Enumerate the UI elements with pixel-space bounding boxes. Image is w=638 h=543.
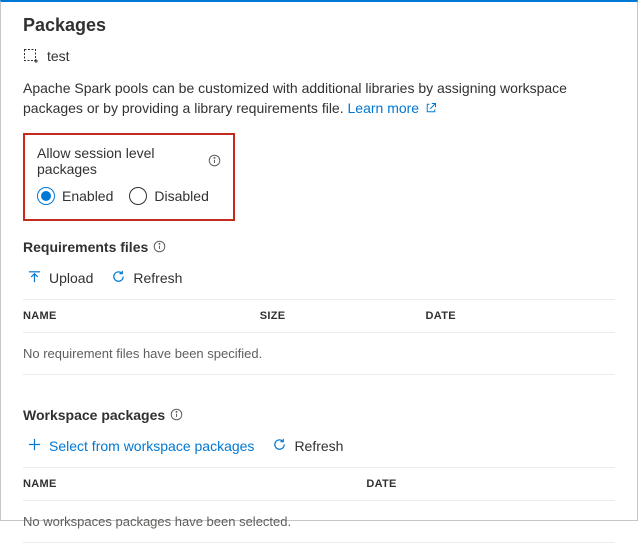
column-date[interactable]: DATE	[426, 310, 615, 322]
radio-circle-icon	[129, 187, 147, 205]
workspace-title-text: Workspace packages	[23, 407, 165, 423]
workspace-toolbar: Select from workspace packages Refresh	[23, 437, 615, 455]
select-from-workspace-label: Select from workspace packages	[49, 438, 254, 454]
radio-disabled[interactable]: Disabled	[129, 187, 208, 205]
refresh-icon	[272, 437, 287, 455]
requirements-table-header: NAME SIZE DATE	[23, 299, 615, 333]
refresh-label: Refresh	[294, 438, 343, 454]
workspace-title: Workspace packages	[23, 407, 615, 423]
column-date[interactable]: DATE	[366, 478, 615, 490]
info-icon[interactable]	[208, 154, 221, 167]
spark-pool-icon	[23, 48, 39, 64]
refresh-icon	[111, 269, 126, 287]
column-name[interactable]: NAME	[23, 310, 260, 322]
page-title: Packages	[23, 15, 615, 36]
allow-session-level-highlight: Allow session level packages Enabled Dis…	[23, 133, 235, 221]
radio-enabled-label: Enabled	[62, 188, 113, 204]
workspace-section: Workspace packages Select from workspace…	[23, 407, 615, 543]
requirements-empty-message: No requirement files have been specified…	[23, 333, 615, 375]
upload-icon	[27, 269, 42, 287]
description-text: Apache Spark pools can be customized wit…	[23, 78, 615, 119]
requirements-toolbar: Upload Refresh	[23, 269, 615, 287]
radio-enabled[interactable]: Enabled	[37, 187, 113, 205]
info-icon[interactable]	[170, 408, 183, 421]
workspace-table-header: NAME DATE	[23, 467, 615, 501]
plus-icon	[27, 437, 42, 455]
session-packages-radio-group: Enabled Disabled	[37, 187, 221, 205]
column-name[interactable]: NAME	[23, 478, 366, 490]
refresh-button[interactable]: Refresh	[272, 437, 343, 455]
workspace-empty-message: No workspaces packages have been selecte…	[23, 501, 615, 543]
info-icon[interactable]	[153, 240, 166, 253]
learn-more-link[interactable]: Learn more	[348, 100, 437, 116]
requirements-title-text: Requirements files	[23, 239, 148, 255]
refresh-label: Refresh	[133, 270, 182, 286]
upload-label: Upload	[49, 270, 93, 286]
description-body: Apache Spark pools can be customized wit…	[23, 80, 567, 116]
pool-identifier: test	[23, 48, 615, 64]
learn-more-label: Learn more	[348, 100, 420, 116]
pool-name: test	[47, 48, 70, 64]
requirements-title: Requirements files	[23, 239, 615, 255]
allow-session-level-label: Allow session level packages	[37, 145, 221, 177]
select-from-workspace-button[interactable]: Select from workspace packages	[27, 437, 254, 455]
requirements-section: Requirements files Upload Refresh	[23, 239, 615, 375]
session-packages-label-text: Allow session level packages	[37, 145, 203, 177]
upload-button[interactable]: Upload	[27, 269, 93, 287]
radio-disabled-label: Disabled	[154, 188, 208, 204]
radio-circle-icon	[37, 187, 55, 205]
refresh-button[interactable]: Refresh	[111, 269, 182, 287]
column-size[interactable]: SIZE	[260, 310, 426, 322]
